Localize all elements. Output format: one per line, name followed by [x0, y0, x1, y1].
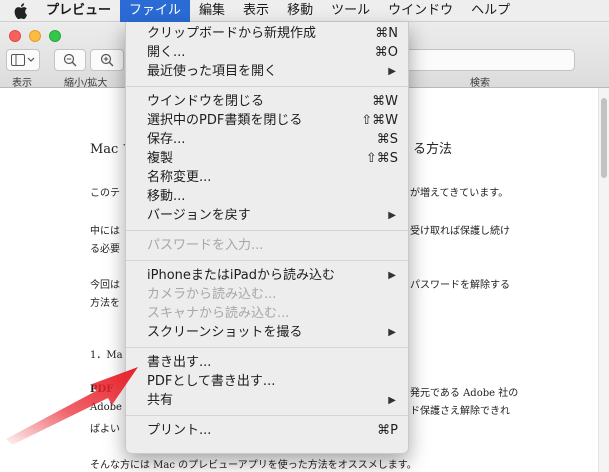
submenu-arrow-icon: ▶ — [388, 270, 396, 281]
zoom-window-button[interactable] — [49, 30, 61, 42]
body-line: 方法を — [90, 298, 120, 309]
zoom-label: 縮小/拡大 — [64, 78, 108, 89]
body-line: PDF — [90, 384, 114, 395]
menu-item-enter-password: パスワードを入力... — [147, 238, 264, 253]
menu-item-duplicate[interactable]: 複製 ⇧⌘S — [126, 149, 408, 168]
menu-item-move[interactable]: 移動... — [126, 187, 408, 206]
menu-separator — [126, 260, 408, 261]
file-menu-dropdown: クリップボードから新規作成 ⌘N 開く... ⌘O 最近使った項目を開く ▶ ウインド… — [125, 22, 409, 454]
body-line: ド保護さえ解除できれ — [410, 406, 510, 417]
zoom-out-icon — [63, 53, 77, 67]
body-line: が増えてきています。 — [410, 188, 509, 199]
menu-item-import-from-scanner: スキャナから読み込む... — [147, 306, 290, 321]
menu-item-export[interactable]: 書き出す... — [126, 353, 408, 372]
submenu-arrow-icon: ▶ — [388, 395, 396, 406]
menu-item-new-from-clipboard[interactable]: クリップボードから新規作成 ⌘N — [126, 24, 408, 43]
menu-item-close-window[interactable]: ウインドウを閉じる ⌘W — [126, 92, 408, 111]
body-line: ばよい — [90, 424, 120, 435]
menu-item-open[interactable]: 開く... ⌘O — [126, 43, 408, 62]
menu-item-import-from-camera: カメラから読み込む... — [147, 287, 277, 302]
menu-separator — [126, 347, 408, 348]
body-line: 中には — [90, 226, 120, 237]
menu-item-share[interactable]: 共有 ▶ — [126, 391, 408, 410]
body-line: Adobe — [90, 402, 122, 413]
menu-view[interactable]: 表示 — [234, 0, 278, 22]
menu-item-export-as-pdf[interactable]: PDFとして書き出す... — [126, 372, 408, 391]
menu-item-rename[interactable]: 名称変更... — [126, 168, 408, 187]
minimize-window-button[interactable] — [29, 30, 41, 42]
document-heading-right: る方法 — [413, 142, 453, 157]
shortcut-label: ⌘W — [372, 94, 398, 109]
menu-separator — [126, 230, 408, 231]
zoom-in-icon — [100, 53, 114, 67]
menu-item-revert[interactable]: バージョンを戻す ▶ — [126, 206, 408, 225]
body-line: る必要 — [90, 244, 120, 255]
search-label: 検索 — [470, 78, 490, 89]
menu-item-save[interactable]: 保存... ⌘S — [126, 130, 408, 149]
body-line: そんな方には Mac のプレビューアプリを使った方法をオススメします。 — [90, 460, 417, 471]
shortcut-label: ⌘N — [375, 26, 398, 41]
menu-preview[interactable]: プレビュー — [40, 0, 120, 22]
menu-go[interactable]: 移動 — [278, 0, 322, 22]
scrollbar-thumb[interactable] — [601, 98, 607, 178]
shortcut-label: ⇧⌘W — [361, 113, 398, 128]
shortcut-label: ⌘P — [377, 423, 398, 438]
view-label: 表示 — [12, 78, 32, 89]
shortcut-label: ⇧⌘S — [365, 151, 398, 166]
sidebar-view-button[interactable] — [6, 49, 40, 71]
body-line: パスワードを解除する — [410, 280, 510, 291]
menu-item-print[interactable]: プリント... ⌘P — [126, 421, 408, 440]
menu-tools[interactable]: ツール — [322, 0, 379, 22]
menu-item-import-from-iphone[interactable]: iPhoneまたはiPadから読み込む ▶ — [126, 266, 408, 285]
menu-window[interactable]: ウインドウ — [379, 0, 462, 22]
body-line: このテ — [90, 188, 120, 199]
zoom-in-button[interactable] — [90, 49, 124, 71]
vertical-scrollbar[interactable] — [598, 88, 609, 472]
shortcut-label: ⌘S — [376, 132, 398, 147]
body-line: 受け取れば保護し続け — [410, 226, 510, 237]
menu-separator — [126, 415, 408, 416]
sidebar-icon — [11, 54, 35, 66]
submenu-arrow-icon: ▶ — [388, 327, 396, 338]
zoom-out-button[interactable] — [54, 49, 86, 71]
menu-file[interactable]: ファイル — [120, 0, 191, 22]
menu-item-close-pdf[interactable]: 選択中のPDF書類を閉じる ⇧⌘W — [126, 111, 408, 130]
shortcut-label: ⌘O — [374, 45, 398, 60]
close-window-button[interactable] — [9, 30, 21, 42]
menu-item-open-recent[interactable]: 最近使った項目を開く ▶ — [126, 62, 408, 81]
menu-help[interactable]: ヘルプ — [462, 0, 519, 22]
search-field[interactable] — [395, 49, 575, 71]
body-line: 発元である Adobe 社の — [410, 388, 519, 399]
menu-item-take-screenshot[interactable]: スクリーンショットを撮る ▶ — [126, 323, 408, 342]
section-heading: 1．Ma — [90, 350, 123, 361]
menu-bar: プレビュー ファイル 編集 表示 移動 ツール ウインドウ ヘルプ — [0, 0, 609, 22]
menu-separator — [126, 86, 408, 87]
apple-logo-icon[interactable] — [12, 2, 30, 20]
submenu-arrow-icon: ▶ — [388, 66, 396, 77]
body-line: 今回は — [90, 280, 120, 291]
menu-edit[interactable]: 編集 — [190, 0, 234, 22]
submenu-arrow-icon: ▶ — [388, 210, 396, 221]
